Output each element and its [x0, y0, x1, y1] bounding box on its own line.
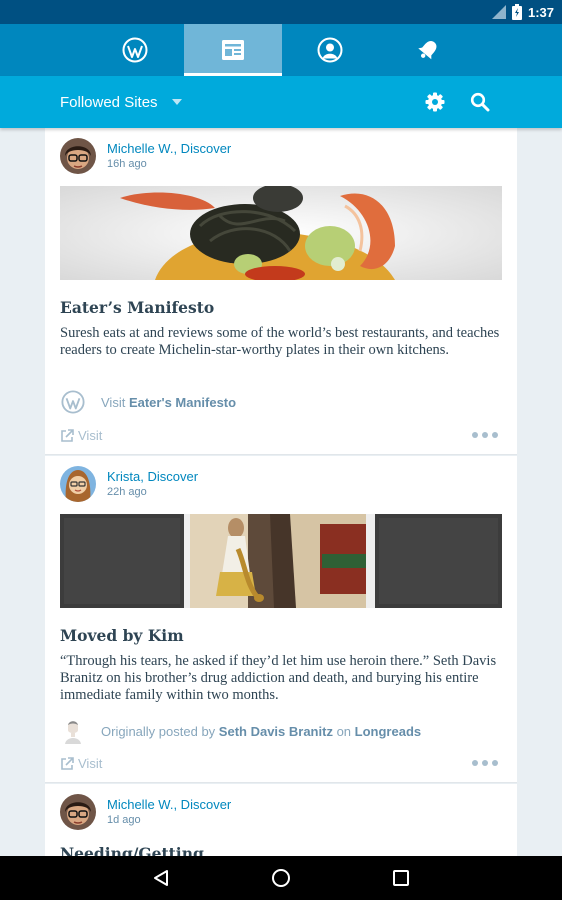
attribution-site[interactable]: Longreads — [355, 724, 421, 739]
recents-button[interactable] — [387, 864, 415, 892]
battery-icon — [511, 4, 522, 20]
followed-sites-dropdown[interactable]: Followed Sites — [60, 76, 182, 128]
post-author[interactable]: Michelle W., Discover — [107, 141, 231, 156]
wordpress-icon — [61, 390, 85, 414]
home-button[interactable] — [267, 864, 295, 892]
external-link-icon — [61, 428, 74, 442]
system-navigation-bar — [0, 856, 562, 900]
attribution-prefix: Originally posted by — [101, 723, 216, 739]
chevron-down-icon — [171, 99, 182, 105]
visit-button[interactable]: Visit — [60, 428, 102, 443]
post-time: 16h ago — [107, 158, 147, 170]
main-tab-bar — [0, 24, 562, 76]
post-actions: Visit — [60, 428, 502, 448]
reader-icon — [222, 40, 244, 60]
post-title[interactable]: Needing/Getting — [60, 844, 204, 856]
visit-button[interactable]: Visit — [60, 756, 102, 771]
post-card[interactable]: Michelle W., Discover 16h ago Eater’s Ma… — [45, 128, 517, 455]
post-time: 1d ago — [107, 814, 141, 826]
avatar[interactable] — [60, 138, 96, 174]
post-excerpt: Suresh eats at and reviews some of the w… — [60, 325, 500, 358]
external-link-icon — [61, 756, 74, 770]
tab-reader[interactable] — [184, 24, 282, 76]
more-options-button[interactable] — [472, 432, 498, 438]
tab-my-sites[interactable] — [86, 24, 184, 76]
visit-label: Visit — [78, 428, 103, 443]
avatar[interactable] — [60, 466, 96, 502]
attribution-on: on — [336, 723, 352, 739]
dropdown-label: Followed Sites — [60, 93, 158, 111]
bell-icon — [418, 40, 437, 60]
post-title[interactable]: Eater’s Manifesto — [60, 298, 214, 317]
post-featured-image[interactable] — [60, 514, 502, 608]
wordpress-icon — [122, 37, 148, 63]
tab-me[interactable] — [281, 24, 379, 76]
post-time: 22h ago — [107, 486, 147, 498]
settings-button[interactable] — [421, 88, 449, 116]
attribution-prefix: Visit — [101, 394, 126, 410]
attribution-person[interactable]: Seth Davis Branitz — [219, 724, 333, 739]
reader-feed[interactable]: Michelle W., Discover 16h ago Eater’s Ma… — [45, 128, 517, 856]
back-button[interactable] — [147, 864, 175, 892]
person-avatar-icon — [60, 718, 86, 744]
status-bar: 1:37 — [0, 0, 562, 24]
me-icon — [317, 37, 343, 63]
signal-icon — [491, 5, 506, 19]
post-card[interactable]: Krista, Discover 22h ago Moved by Kim “T… — [45, 456, 517, 783]
post-featured-image[interactable] — [60, 186, 502, 280]
gear-icon — [425, 92, 445, 112]
post-author[interactable]: Krista, Discover — [107, 469, 198, 484]
recents-icon — [393, 870, 409, 886]
post-attribution[interactable]: Originally posted by Seth Davis Branitz … — [60, 718, 421, 744]
reader-toolbar: Followed Sites — [0, 76, 562, 128]
post-title[interactable]: Moved by Kim — [60, 626, 184, 645]
author-avatar — [60, 718, 86, 744]
post-card[interactable]: Michelle W., Discover 1d ago Needing/Get… — [45, 784, 517, 856]
site-icon — [60, 389, 86, 415]
home-icon — [272, 869, 290, 887]
attribution-site[interactable]: Eater's Manifesto — [129, 395, 236, 410]
more-options-button[interactable] — [472, 760, 498, 766]
post-actions: Visit — [60, 756, 502, 776]
visit-label: Visit — [78, 756, 103, 771]
post-excerpt: “Through his tears, he asked if they’d l… — [60, 653, 497, 703]
search-icon — [470, 92, 490, 112]
post-attribution[interactable]: Visit Eater's Manifesto — [60, 389, 236, 415]
avatar[interactable] — [60, 794, 96, 830]
post-author[interactable]: Michelle W., Discover — [107, 797, 231, 812]
search-button[interactable] — [466, 88, 494, 116]
tab-notifications[interactable] — [379, 24, 477, 76]
clock: 1:37 — [527, 4, 554, 20]
back-icon — [154, 870, 168, 886]
